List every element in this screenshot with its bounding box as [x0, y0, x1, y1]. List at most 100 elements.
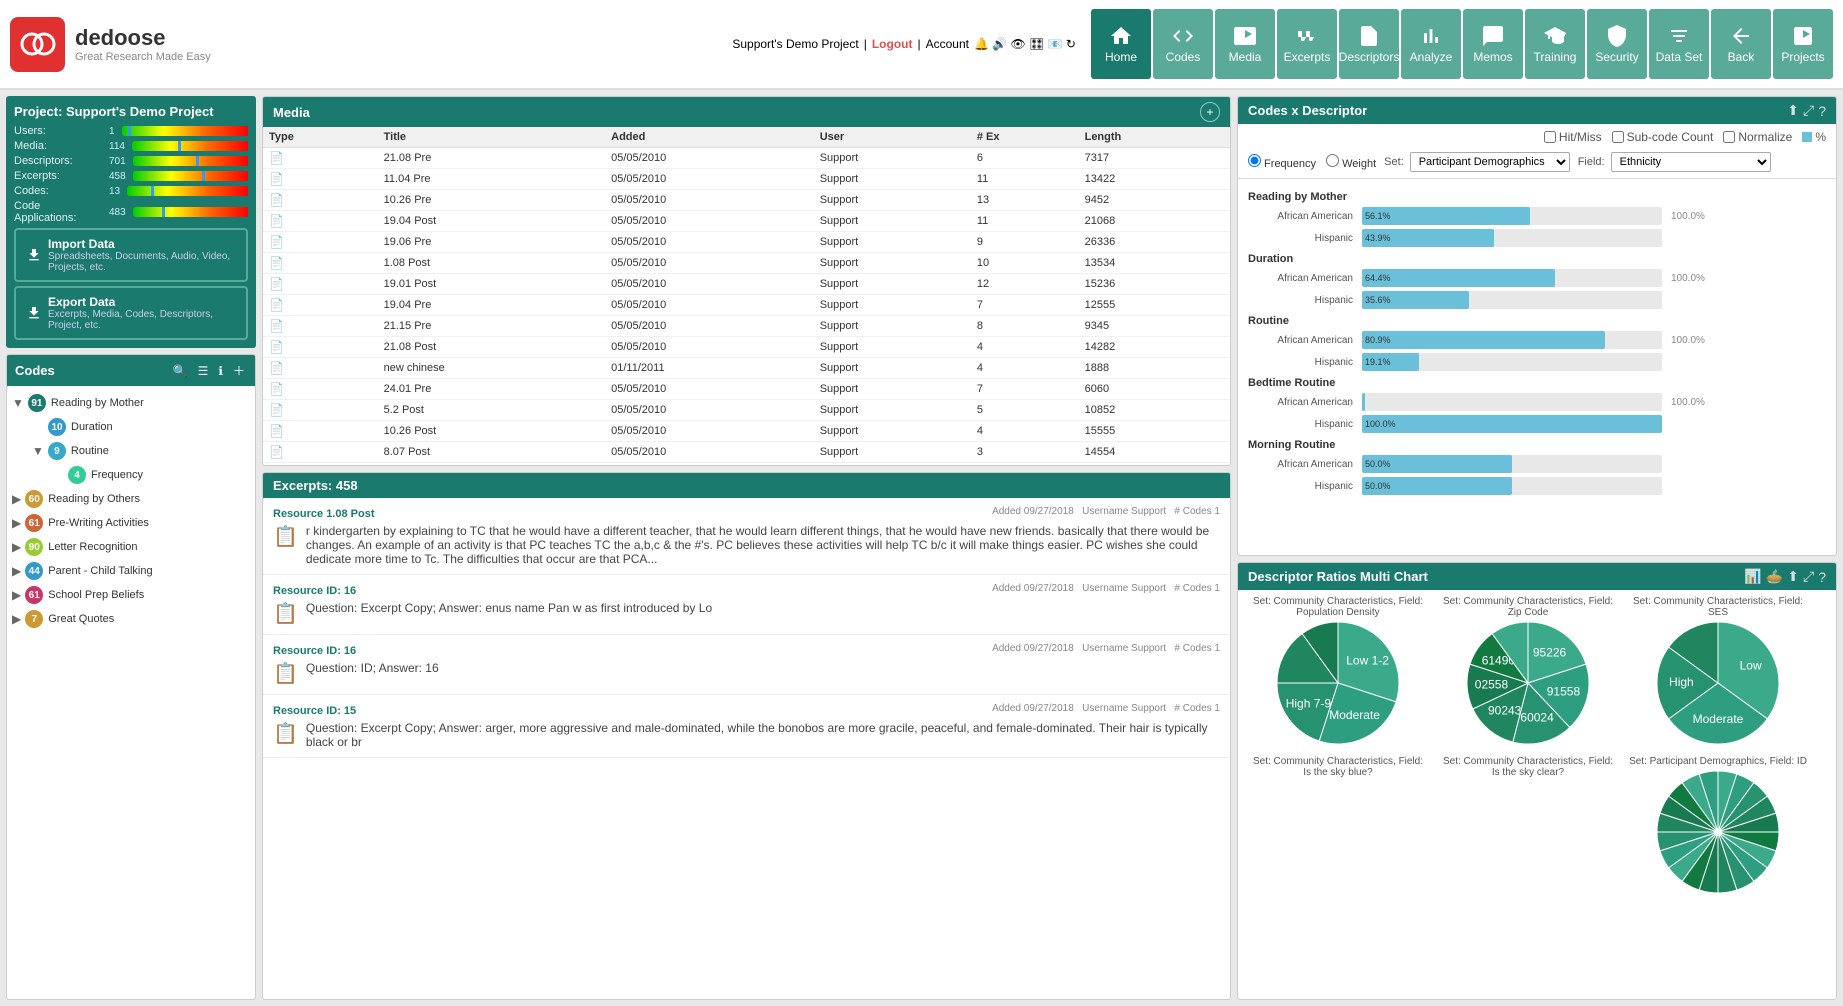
table-row[interactable]: 📄 5.2 Post 05/05/2010 Support 5 10852: [263, 400, 1230, 421]
dc-upload-btn[interactable]: ⬆: [1787, 568, 1799, 585]
export-button[interactable]: Export Data Excerpts, Media, Codes, Desc…: [14, 286, 248, 340]
code-item[interactable]: 4 Frequency: [12, 463, 250, 487]
code-item[interactable]: ▶ 61 School Prep Beliefs: [12, 583, 250, 607]
list-item[interactable]: Resource ID: 15 Added 09/27/2018 Usernam…: [263, 695, 1230, 758]
nav-analyze[interactable]: Analyze: [1401, 9, 1461, 79]
nav-projects[interactable]: Projects: [1773, 9, 1833, 79]
media-user: Support: [814, 253, 971, 274]
excerpt-meta: Added 09/27/2018 Username Support # Code…: [992, 643, 1220, 654]
table-row[interactable]: 📄 11.04 Pre 05/05/2010 Support 11 13422: [263, 169, 1230, 190]
media-type: 📄: [263, 148, 378, 169]
code-bullet: 91: [28, 394, 46, 412]
media-user: Support: [814, 421, 971, 442]
nav-descriptors[interactable]: Descriptors: [1339, 9, 1399, 79]
table-row[interactable]: 📄 new chinese 01/11/2011 Support 4 1888: [263, 358, 1230, 379]
excerpt-scroll[interactable]: Resource 1.08 Post Added 09/27/2018 User…: [263, 498, 1230, 992]
nav-media[interactable]: Media: [1215, 9, 1275, 79]
code-expand-icon[interactable]: ▼: [32, 444, 44, 458]
cd-normalize-row: Hit/Miss Sub-code Count Normalize %: [1544, 130, 1826, 144]
codes-filter-btn[interactable]: ☰: [196, 362, 211, 380]
code-expand-icon[interactable]: ▶: [12, 492, 21, 506]
media-added: 05/05/2010: [605, 316, 814, 337]
media-add-btn[interactable]: +: [1200, 102, 1220, 122]
svg-text:95226: 95226: [1533, 646, 1567, 660]
code-expand-icon[interactable]: ▶: [12, 540, 21, 554]
code-item[interactable]: ▶ 44 Parent - Child Talking: [12, 559, 250, 583]
code-item[interactable]: ▶ 60 Reading by Others: [12, 487, 250, 511]
cd-body[interactable]: Reading by MotherAfrican American 56.1% …: [1238, 179, 1836, 549]
frequency-radio[interactable]: [1248, 154, 1261, 167]
code-label: School Prep Beliefs: [48, 589, 144, 601]
frequency-radio-label[interactable]: Frequency: [1248, 154, 1316, 170]
nav-training[interactable]: Training: [1525, 9, 1585, 79]
field-label: Field:: [1578, 156, 1605, 168]
table-row[interactable]: 📄 21.08 Pre 05/05/2010 Support 6 7317: [263, 148, 1230, 169]
dc-expand-btn[interactable]: ⤢: [1803, 568, 1814, 585]
code-item[interactable]: ▶ 90 Letter Recognition: [12, 535, 250, 559]
code-expand-icon[interactable]: ▼: [12, 396, 24, 410]
subcode-checkbox[interactable]: [1612, 131, 1624, 143]
table-row[interactable]: 📄 21.08 Post 05/05/2010 Support 4 14282: [263, 337, 1230, 358]
code-item[interactable]: ▶ 7 Great Quotes: [12, 607, 250, 631]
nav-security[interactable]: Security: [1587, 9, 1647, 79]
hitmiss-checkbox[interactable]: [1544, 131, 1556, 143]
code-expand-icon[interactable]: ▶: [12, 588, 21, 602]
media-length: 10852: [1079, 400, 1230, 421]
table-row[interactable]: 📄 10.26 Pre 05/05/2010 Support 13 9452: [263, 190, 1230, 211]
nav-excerpts[interactable]: Excerpts: [1277, 9, 1337, 79]
list-item[interactable]: Resource 1.08 Post Added 09/27/2018 User…: [263, 498, 1230, 575]
code-item[interactable]: 10 Duration: [12, 415, 250, 439]
table-row[interactable]: 📄 23.02 Post 05/05/2010 Support 3 13123: [263, 463, 1230, 466]
code-expand-icon[interactable]: ▶: [12, 516, 21, 530]
dc-pie-btn[interactable]: 🥧: [1766, 568, 1783, 585]
set-select[interactable]: Participant Demographics: [1410, 152, 1570, 172]
table-row[interactable]: 📄 24.01 Pre 05/05/2010 Support 7 6060: [263, 379, 1230, 400]
media-ex-count: 4: [971, 421, 1079, 442]
nav-memos[interactable]: Memos: [1463, 9, 1523, 79]
table-row[interactable]: 📄 19.01 Post 05/05/2010 Support 12 15236: [263, 274, 1230, 295]
table-row[interactable]: 📄 21.15 Pre 05/05/2010 Support 8 9345: [263, 316, 1230, 337]
stat-label: Codes:: [14, 185, 104, 197]
table-row[interactable]: 📄 19.06 Pre 05/05/2010 Support 9 26336: [263, 232, 1230, 253]
media-length: 26336: [1079, 232, 1230, 253]
logout-link[interactable]: Logout: [872, 37, 913, 51]
nav-home[interactable]: Home: [1091, 9, 1151, 79]
media-ex-count: 10: [971, 253, 1079, 274]
media-scroll[interactable]: TypeTitleAddedUser# ExLength 📄 21.08 Pre…: [263, 127, 1230, 465]
nav-dataset[interactable]: Data Set: [1649, 9, 1709, 79]
code-item[interactable]: ▼ 9 Routine: [12, 439, 250, 463]
media-user: Support: [814, 232, 971, 253]
nav-back[interactable]: Back: [1711, 9, 1771, 79]
table-row[interactable]: 📄 8.07 Post 05/05/2010 Support 3 14554: [263, 442, 1230, 463]
nav-codes[interactable]: Codes: [1153, 9, 1213, 79]
table-row[interactable]: 📄 19.04 Pre 05/05/2010 Support 7 12555: [263, 295, 1230, 316]
import-button[interactable]: Import Data Spreadsheets, Documents, Aud…: [14, 228, 248, 282]
code-expand-icon[interactable]: ▶: [12, 564, 21, 578]
weight-radio[interactable]: [1326, 154, 1339, 167]
dc-chart-btn[interactable]: 📊: [1744, 568, 1761, 585]
code-expand-icon[interactable]: ▶: [12, 612, 21, 626]
table-row[interactable]: 📄 19.04 Post 05/05/2010 Support 11 21068: [263, 211, 1230, 232]
cd-upload-btn[interactable]: ⬆: [1787, 102, 1799, 119]
table-row[interactable]: 📄 1.08 Post 05/05/2010 Support 10 13534: [263, 253, 1230, 274]
cd-help-btn[interactable]: ?: [1818, 103, 1826, 119]
list-item[interactable]: Resource ID: 16 Added 09/27/2018 Usernam…: [263, 635, 1230, 695]
cd-bar-outer: 50.0%: [1362, 455, 1662, 473]
dc-help-btn[interactable]: ?: [1818, 569, 1826, 585]
table-row[interactable]: 📄 10.26 Post 05/05/2010 Support 4 15555: [263, 421, 1230, 442]
field-select[interactable]: Ethnicity: [1611, 152, 1771, 172]
normalize-checkbox[interactable]: [1723, 131, 1735, 143]
cd-expand-btn[interactable]: ⤢: [1803, 102, 1814, 119]
doc-icon: 📄: [269, 277, 284, 291]
codes-add-btn[interactable]: ＋: [231, 360, 247, 381]
top-nav: dedoose Great Research Made Easy Support…: [0, 0, 1843, 90]
nav-icons-row: Home Codes Media Excerpts Descriptors An…: [1091, 9, 1833, 79]
codes-search-btn[interactable]: 🔍: [171, 362, 190, 380]
svg-text:Low 1-2: Low 1-2: [1346, 654, 1389, 668]
weight-radio-label[interactable]: Weight: [1326, 154, 1376, 170]
svg-text:91558: 91558: [1547, 684, 1581, 698]
codes-info-btn[interactable]: ℹ: [216, 362, 225, 380]
code-item[interactable]: ▼ 91 Reading by Mother: [12, 391, 250, 415]
list-item[interactable]: Resource ID: 16 Added 09/27/2018 Usernam…: [263, 575, 1230, 635]
code-item[interactable]: ▶ 61 Pre-Writing Activities: [12, 511, 250, 535]
